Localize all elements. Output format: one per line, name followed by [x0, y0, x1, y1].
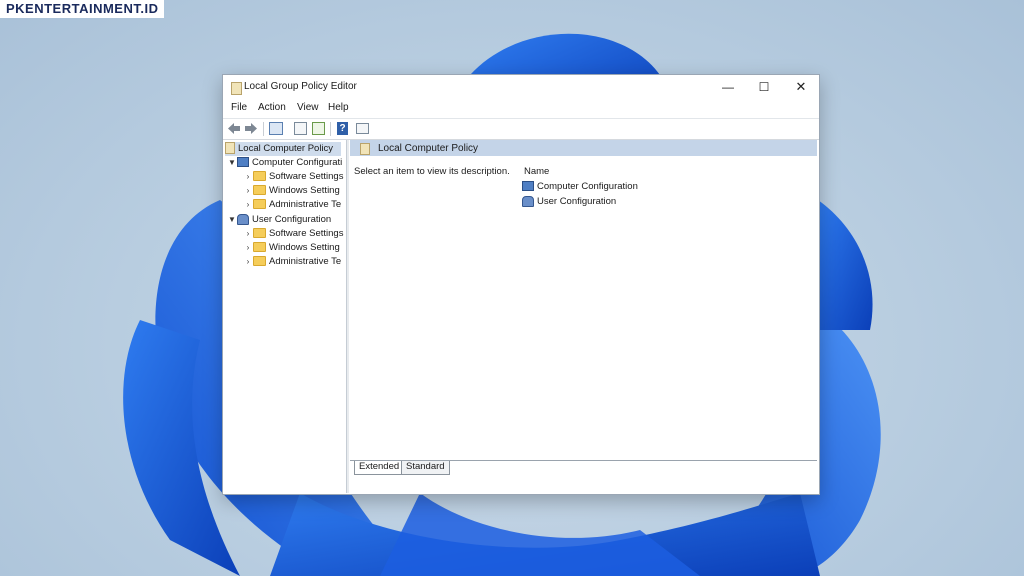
list-item-label: Computer Configuration — [537, 181, 638, 192]
toolbar-separator — [330, 122, 331, 136]
tree-item-label: User Configuration — [252, 214, 332, 225]
forward-arrow-icon[interactable] — [244, 122, 258, 135]
view-tabs: Extended Standard — [350, 460, 817, 475]
watermark-logo: PKENTERTAINMENT.ID — [0, 0, 165, 18]
tree-item-local-computer-policy[interactable]: Local Computer Policy — [225, 142, 341, 156]
filter-icon[interactable] — [356, 123, 369, 134]
tree-item-label: Administrative Te — [269, 256, 342, 267]
close-button[interactable]: ✕ — [783, 75, 819, 99]
folder-icon — [253, 228, 266, 239]
chevron-down-icon[interactable]: ▼ — [227, 156, 237, 170]
folder-icon — [253, 256, 266, 267]
tree-item-label: Computer Configurati — [252, 157, 343, 168]
users-icon — [522, 196, 534, 207]
window-title: Local Group Policy Editor — [244, 81, 357, 92]
chevron-down-icon[interactable]: ▼ — [227, 213, 237, 227]
users-icon — [237, 213, 249, 225]
chevron-right-icon[interactable]: › — [243, 255, 253, 269]
list-item-label: User Configuration — [537, 196, 617, 208]
tree-item-software-settings[interactable]: › Software Settings — [243, 170, 344, 184]
computer-icon — [522, 181, 534, 192]
properties-icon[interactable] — [294, 122, 307, 135]
tree-item-user-configuration[interactable]: ▼ User Configuration — [227, 213, 331, 227]
chevron-right-icon[interactable]: › — [243, 184, 253, 198]
chevron-right-icon[interactable]: › — [243, 227, 253, 241]
tree-item-administrative-templates[interactable]: › Administrative Te — [243, 255, 342, 269]
menu-view[interactable]: View — [297, 102, 319, 113]
show-hide-tree-icon[interactable] — [269, 122, 283, 135]
back-arrow-icon[interactable] — [227, 122, 241, 135]
menu-bar: File Action View Help — [223, 101, 819, 117]
computer-icon — [237, 157, 249, 168]
details-pane: Local Computer Policy Select an item to … — [350, 140, 817, 493]
tree-item-label: Local Computer Policy — [238, 143, 334, 154]
pane-splitter[interactable] — [347, 140, 349, 493]
folder-icon — [253, 185, 266, 196]
folder-icon — [253, 199, 266, 210]
tree-item-label: Windows Setting — [269, 185, 340, 196]
tree-item-windows-settings[interactable]: › Windows Setting — [243, 184, 340, 198]
chevron-right-icon[interactable]: › — [243, 198, 253, 212]
tree-item-software-settings[interactable]: › Software Settings — [243, 227, 344, 241]
tree-item-label: Software Settings — [269, 171, 344, 182]
tree-item-label: Software Settings — [269, 228, 344, 239]
tree-item-windows-settings[interactable]: › Windows Setting — [243, 241, 340, 255]
policy-document-icon — [225, 142, 235, 155]
details-header-title: Local Computer Policy — [378, 143, 479, 154]
toolbar: ? — [223, 118, 819, 140]
menu-help[interactable]: Help — [328, 102, 349, 113]
column-header-name[interactable]: Name — [524, 166, 549, 177]
toolbar-separator — [263, 122, 264, 136]
description-text: Select an item to view its description. — [354, 166, 510, 177]
chevron-right-icon[interactable]: › — [243, 170, 253, 184]
policy-document-icon — [360, 143, 370, 155]
maximize-button[interactable]: ☐ — [746, 75, 782, 99]
details-header: Local Computer Policy — [350, 140, 817, 156]
minimize-button[interactable]: — — [710, 75, 746, 99]
menu-file[interactable]: File — [231, 102, 247, 113]
policy-editor-app-icon — [231, 82, 242, 95]
chevron-right-icon[interactable]: › — [243, 241, 253, 255]
tab-standard[interactable]: Standard — [401, 461, 450, 475]
tree-item-label: Administrative Te — [269, 199, 342, 210]
menu-action[interactable]: Action — [258, 102, 286, 113]
group-policy-editor-window: Local Group Policy Editor — ☐ ✕ File Act… — [222, 74, 820, 495]
tree-item-administrative-templates[interactable]: › Administrative Te — [243, 198, 342, 212]
list-item-computer-configuration[interactable]: Computer Configuration — [522, 181, 638, 192]
title-bar[interactable]: Local Group Policy Editor — ☐ ✕ — [223, 75, 819, 99]
folder-icon — [253, 242, 266, 253]
tree-item-label: Windows Setting — [269, 242, 340, 253]
tree-item-computer-configuration[interactable]: ▼ Computer Configurati — [227, 156, 342, 170]
folder-icon — [253, 171, 266, 182]
help-icon[interactable]: ? — [337, 122, 348, 135]
tree-pane[interactable]: Local Computer Policy ▼ Computer Configur… — [223, 140, 347, 493]
export-list-icon[interactable] — [312, 122, 325, 135]
tab-extended[interactable]: Extended — [354, 461, 405, 475]
list-item-user-configuration[interactable]: User Configuration — [522, 196, 616, 207]
